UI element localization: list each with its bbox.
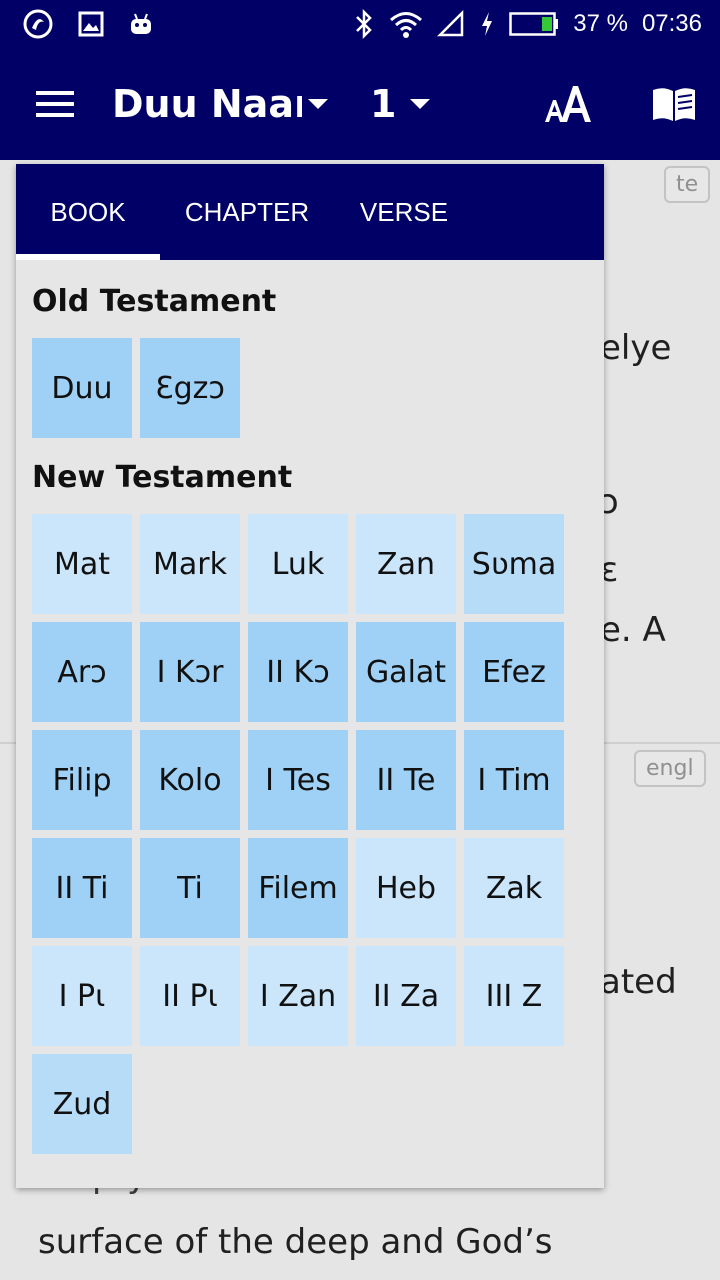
book-tile[interactable]: Zak xyxy=(464,838,564,938)
book-tile[interactable]: Zan xyxy=(356,514,456,614)
book-tile[interactable]: Heb xyxy=(356,838,456,938)
book-tile[interactable]: Zud xyxy=(32,1054,132,1154)
new-testament-title: New Testament xyxy=(32,460,293,495)
book-view-button[interactable] xyxy=(640,70,708,138)
book-tile[interactable]: Duu xyxy=(32,338,132,438)
battery-percent: 37 % xyxy=(573,10,628,37)
chevron-down-icon xyxy=(410,99,431,109)
book-tile[interactable]: Luk xyxy=(248,514,348,614)
bluetooth-icon xyxy=(353,9,375,39)
book-tile[interactable]: I Pɩ xyxy=(32,946,132,1046)
signal-icon xyxy=(437,10,465,38)
book-tile[interactable]: Kolo xyxy=(140,730,240,830)
tab-chapter[interactable]: CHAPTER xyxy=(160,164,334,260)
book-tile[interactable]: I Tim xyxy=(464,730,564,830)
status-bar: 37 % 07:36 xyxy=(0,0,720,48)
book-tile[interactable]: Filip xyxy=(32,730,132,830)
chapter-dropdown[interactable]: 1 xyxy=(370,82,431,126)
chevron-down-icon xyxy=(308,99,328,109)
image-icon xyxy=(78,11,104,37)
book-tile[interactable]: Efez xyxy=(464,622,564,722)
book-tile[interactable]: II Kɔ xyxy=(248,622,348,722)
clock: 07:36 xyxy=(641,10,702,37)
tab-indicator xyxy=(16,254,160,260)
chapter-dropdown-label: 1 xyxy=(370,82,397,126)
book-tile[interactable]: I Tes xyxy=(248,730,348,830)
font-size-icon xyxy=(545,86,591,122)
charging-icon xyxy=(479,10,495,38)
app-bar: Duu Naarɩ 1 xyxy=(0,48,720,160)
menu-button[interactable] xyxy=(0,48,112,160)
old-testament-grid: Duu Ɛgzɔ xyxy=(32,338,564,438)
book-tile[interactable]: I Zan xyxy=(248,946,348,1046)
book-tile[interactable]: Ɛgzɔ xyxy=(140,338,240,438)
book-tile[interactable]: Sʋma xyxy=(464,514,564,614)
menu-icon xyxy=(36,91,74,117)
book-tile[interactable]: Arɔ xyxy=(32,622,132,722)
book-tile[interactable]: Mark xyxy=(140,514,240,614)
book-dropdown-label: Duu Naarɩ xyxy=(112,82,302,126)
navigation-tabs: BOOK CHAPTER VERSE xyxy=(16,164,604,260)
tab-book[interactable]: BOOK xyxy=(16,164,160,260)
app-logo-icon xyxy=(22,8,54,40)
book-dropdown[interactable]: Duu Naarɩ xyxy=(112,82,342,126)
book-icon xyxy=(653,88,695,121)
new-testament-grid: Mat Mark Luk Zan Sʋma Arɔ I Kɔr II Kɔ Ga… xyxy=(32,514,564,1154)
wifi-icon xyxy=(389,10,423,38)
battery-icon xyxy=(509,11,559,37)
book-tile[interactable]: III Z xyxy=(464,946,564,1046)
book-tile[interactable]: II Te xyxy=(356,730,456,830)
screen: 37 % 07:36 Duu Naarɩ 1 xyxy=(0,0,720,1280)
book-tile[interactable]: II Ti xyxy=(32,838,132,938)
book-tile[interactable]: II Pɩ xyxy=(140,946,240,1046)
book-tile[interactable]: Mat xyxy=(32,514,132,614)
book-tile[interactable]: Ti xyxy=(140,838,240,938)
book-tile[interactable]: Filem xyxy=(248,838,348,938)
font-size-button[interactable] xyxy=(536,70,604,138)
book-tile[interactable]: Galat xyxy=(356,622,456,722)
old-testament-title: Old Testament xyxy=(32,284,277,319)
book-tile[interactable]: I Kɔr xyxy=(140,622,240,722)
tab-verse[interactable]: VERSE xyxy=(334,164,474,260)
navigation-popup: BOOK CHAPTER VERSE Old Testament Duu Ɛgz… xyxy=(16,164,604,1188)
android-icon xyxy=(128,11,154,37)
book-tile[interactable]: II Za xyxy=(356,946,456,1046)
